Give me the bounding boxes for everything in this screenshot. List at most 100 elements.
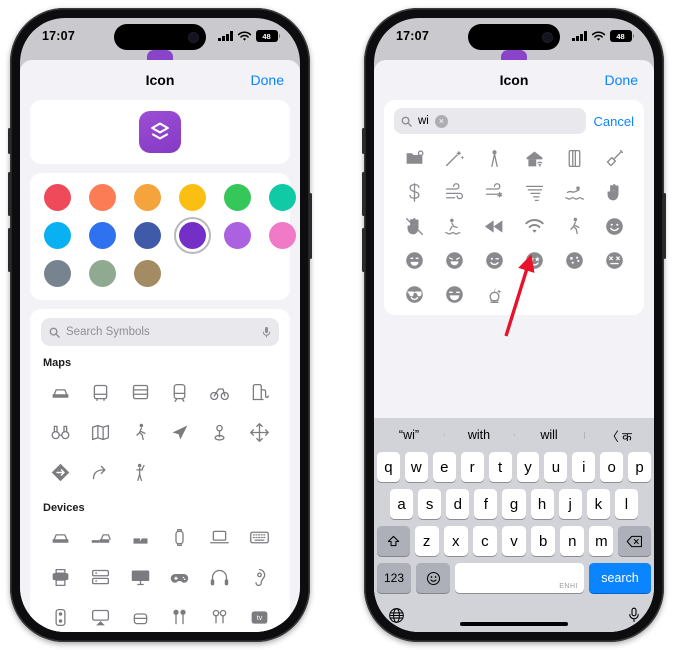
key-c[interactable]: c	[472, 526, 497, 556]
compass-drafting-icon[interactable]	[474, 141, 514, 175]
symbol-cell[interactable]	[41, 373, 81, 411]
symbol-cell[interactable]	[160, 518, 200, 556]
symbol-cell[interactable]	[81, 453, 121, 491]
key-f[interactable]: f	[474, 489, 498, 519]
color-swatch[interactable]	[224, 222, 251, 249]
key-m[interactable]: m	[589, 526, 614, 556]
color-swatch[interactable]	[89, 184, 116, 211]
key-v[interactable]: v	[501, 526, 527, 556]
shift-key[interactable]	[377, 526, 410, 556]
symbol-cell[interactable]	[160, 598, 200, 632]
delete-key[interactable]	[618, 526, 651, 556]
hand-raised-icon[interactable]	[594, 175, 634, 209]
key-y[interactable]: y	[516, 452, 540, 482]
face-artist-icon[interactable]	[554, 243, 594, 277]
color-swatch[interactable]	[44, 184, 71, 211]
backward-icon[interactable]	[474, 209, 514, 243]
home-indicator[interactable]	[460, 622, 568, 626]
volume-up-button[interactable]	[8, 172, 11, 216]
prediction-item[interactable]: “wi”	[374, 428, 444, 442]
face-grin-wide-icon[interactable]	[434, 277, 474, 311]
key-i[interactable]: i	[572, 452, 596, 482]
symbol-cell[interactable]	[81, 598, 121, 632]
selected-app-icon[interactable]	[139, 111, 181, 153]
volume-down-button[interactable]	[362, 228, 365, 272]
symbol-cell[interactable]	[41, 518, 81, 556]
symbol-cell[interactable]	[81, 373, 121, 411]
symbol-cell[interactable]	[200, 598, 240, 632]
key-l[interactable]: l	[614, 489, 638, 519]
color-swatch[interactable]	[44, 222, 71, 249]
figure-walk-icon[interactable]	[554, 209, 594, 243]
volume-down-button[interactable]	[8, 228, 11, 272]
symbol-cell[interactable]	[200, 373, 240, 411]
symbol-cell[interactable]: tv	[239, 598, 279, 632]
symbol-cell[interactable]	[120, 373, 160, 411]
color-swatch[interactable]	[89, 260, 116, 287]
face-star-eyes-icon[interactable]	[514, 243, 554, 277]
figure-waterski-icon[interactable]	[434, 209, 474, 243]
symbol-cell[interactable]	[81, 558, 121, 596]
symbol-cell[interactable]	[120, 518, 160, 556]
key-w[interactable]: w	[404, 452, 428, 482]
key-h[interactable]: h	[530, 489, 554, 519]
symbol-cell[interactable]	[239, 558, 279, 596]
color-swatch[interactable]	[269, 222, 296, 249]
symbol-cell[interactable]	[120, 598, 160, 632]
globe-icon[interactable]	[388, 607, 405, 624]
color-swatch[interactable]	[44, 260, 71, 287]
key-g[interactable]: g	[502, 489, 526, 519]
symbol-cell[interactable]	[41, 413, 81, 451]
key-z[interactable]: z	[414, 526, 439, 556]
book-closed-icon[interactable]	[554, 141, 594, 175]
key-p[interactable]: p	[628, 452, 652, 482]
symbol-cell[interactable]	[200, 518, 240, 556]
symbol-cell[interactable]	[41, 453, 81, 491]
symbol-cell[interactable]	[160, 558, 200, 596]
hand-raised-slash-icon[interactable]	[394, 209, 434, 243]
face-laugh-icon[interactable]	[434, 243, 474, 277]
symbol-cell[interactable]	[41, 558, 81, 596]
symbol-cell[interactable]	[200, 558, 240, 596]
search-input[interactable]: wi ×	[394, 108, 586, 134]
folder-gear-icon[interactable]	[394, 141, 434, 175]
face-dizzy-icon[interactable]	[594, 243, 634, 277]
search-return-key[interactable]: search	[589, 563, 651, 593]
power-button[interactable]	[309, 193, 312, 259]
key-x[interactable]: x	[443, 526, 468, 556]
symbol-cell[interactable]	[120, 453, 160, 491]
figure-swim-icon[interactable]	[554, 175, 594, 209]
prediction-item[interactable]: with	[444, 428, 514, 442]
clear-search-icon[interactable]: ×	[434, 114, 448, 128]
symbol-cell[interactable]	[239, 413, 279, 451]
color-swatch[interactable]	[174, 217, 211, 254]
key-a[interactable]: a	[390, 489, 414, 519]
silent-switch[interactable]	[8, 128, 11, 154]
symbol-cell[interactable]	[160, 413, 200, 451]
color-swatch[interactable]	[179, 184, 206, 211]
key-o[interactable]: o	[600, 452, 624, 482]
tornado-icon[interactable]	[514, 175, 554, 209]
face-wink-icon[interactable]	[474, 243, 514, 277]
face-smiling-icon[interactable]	[594, 209, 634, 243]
done-button[interactable]: Done	[251, 72, 284, 88]
power-button[interactable]	[663, 193, 666, 259]
silent-switch[interactable]	[362, 128, 365, 154]
symbol-cell[interactable]	[41, 598, 81, 632]
mic-icon[interactable]	[628, 607, 640, 623]
key-b[interactable]: b	[531, 526, 556, 556]
done-button[interactable]: Done	[605, 72, 638, 88]
key-r[interactable]: r	[460, 452, 484, 482]
volume-up-button[interactable]	[362, 172, 365, 216]
symbol-cell[interactable]	[81, 413, 121, 451]
key-n[interactable]: n	[560, 526, 585, 556]
search-symbols-input[interactable]: Search Symbols	[41, 318, 279, 346]
numeric-key[interactable]: 123	[377, 563, 411, 593]
wind-icon[interactable]	[434, 175, 474, 209]
dollarsign-icon[interactable]	[394, 175, 434, 209]
key-t[interactable]: t	[488, 452, 512, 482]
symbol-cell[interactable]	[200, 413, 240, 451]
face-unicorn-icon[interactable]	[474, 277, 514, 311]
key-s[interactable]: s	[418, 489, 442, 519]
key-u[interactable]: u	[544, 452, 568, 482]
